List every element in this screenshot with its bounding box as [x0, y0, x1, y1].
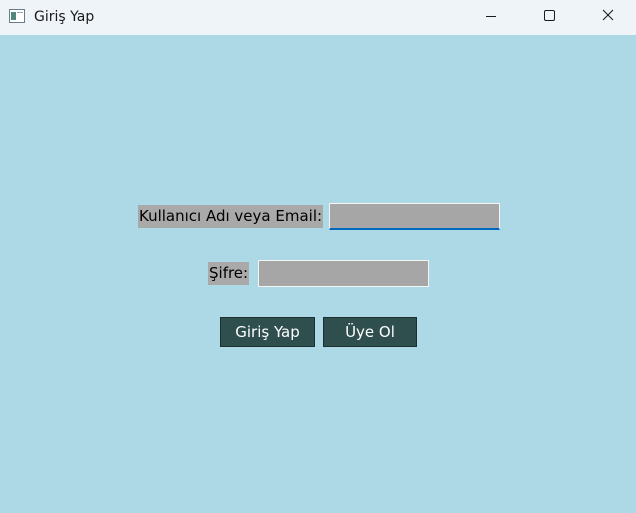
title-bar[interactable]: Giriş Yap: [0, 0, 636, 35]
minimize-button[interactable]: [462, 0, 520, 35]
username-label: Kullanıcı Adı veya Email:: [138, 205, 324, 228]
app-window-icon: [9, 9, 25, 23]
close-button[interactable]: [578, 0, 636, 35]
password-input[interactable]: [258, 260, 429, 287]
password-label: Şifre:: [208, 262, 250, 285]
window-title: Giriş Yap: [34, 9, 95, 25]
signup-button[interactable]: Üye Ol: [323, 317, 417, 347]
close-icon: [602, 9, 614, 21]
app-window: Giriş Yap Kullanıcı Adı veya Email: Şifr…: [0, 0, 636, 513]
minimize-icon: [486, 16, 496, 17]
maximize-icon: [544, 10, 555, 21]
maximize-button[interactable]: [520, 0, 578, 35]
username-input[interactable]: [329, 203, 500, 230]
login-button[interactable]: Giriş Yap: [220, 317, 315, 347]
